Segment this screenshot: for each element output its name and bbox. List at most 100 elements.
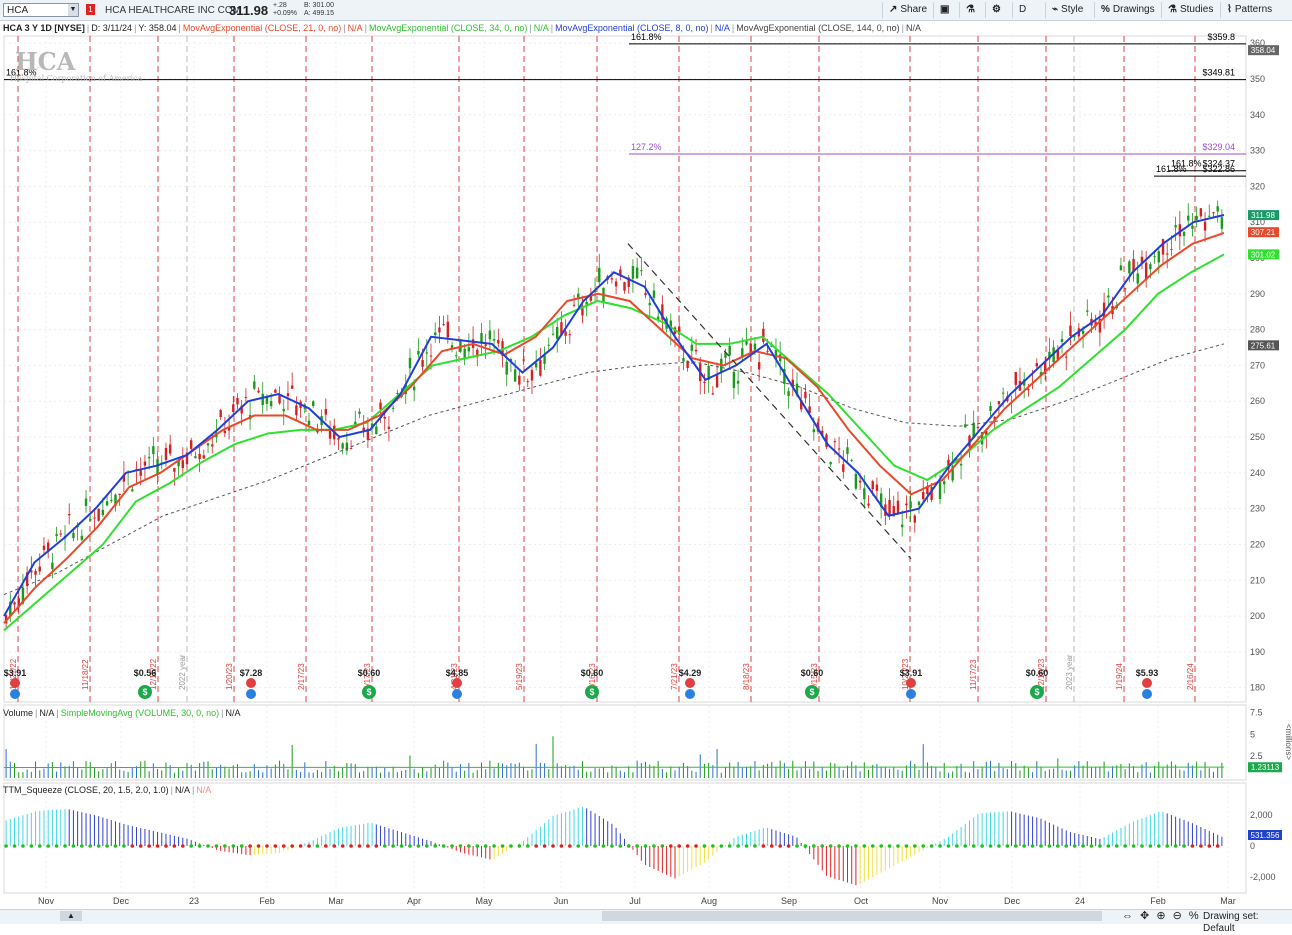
candle-body <box>438 328 440 333</box>
dividend-label: $3.91 <box>900 668 923 678</box>
squeeze-dot <box>189 844 193 848</box>
alert-flag-icon[interactable]: 1 <box>86 4 95 15</box>
candle-body <box>497 340 499 344</box>
candle-body <box>60 534 62 535</box>
candle-body <box>1166 254 1168 255</box>
patterns-button[interactable]: ⌇Patterns <box>1220 2 1278 18</box>
candle-body <box>636 268 638 279</box>
squeeze-dot <box>989 844 993 848</box>
squeeze-dot <box>206 844 210 848</box>
style-button[interactable]: ⌁Style <box>1045 2 1089 18</box>
squeeze-dot <box>383 844 387 848</box>
ema8-value: N/A <box>715 23 730 33</box>
volume-label[interactable]: Volume <box>3 708 33 718</box>
scroll-left-button[interactable]: ▲ <box>60 911 82 921</box>
time-scrollbar[interactable] <box>602 911 1102 921</box>
y-tick-label: 270 <box>1250 360 1265 370</box>
y-tick-label: 350 <box>1250 74 1265 84</box>
drawings-button[interactable]: %Drawings <box>1094 2 1161 18</box>
symbol-input[interactable]: HCA▼ <box>3 3 79 17</box>
squeeze-dot <box>905 844 909 848</box>
squeeze-dot <box>417 844 421 848</box>
squeeze-dot <box>1123 844 1127 848</box>
squeeze-dot <box>585 844 589 848</box>
event-date-label: 5/19/23 <box>515 663 524 690</box>
candle-body <box>876 485 878 491</box>
ema144-legend[interactable]: MovAvgExponential (CLOSE, 144, 0, no) <box>736 23 899 33</box>
candle-body <box>341 443 343 448</box>
candle-body <box>165 448 167 460</box>
squeeze-dot <box>358 844 362 848</box>
volume-sma-legend[interactable]: SimpleMovingAvg (VOLUME, 30, 0, no) <box>61 708 219 718</box>
x-tick-label: Nov <box>38 896 55 906</box>
style-icon: ⌁ <box>1052 4 1058 15</box>
screenshot-button[interactable]: ▣ <box>933 2 958 18</box>
squeeze-dot <box>324 844 328 848</box>
squeeze-dot <box>1140 844 1144 848</box>
squeeze-label[interactable]: TTM_Squeeze (CLOSE, 20, 1.5, 2.0, 1.0) <box>3 785 169 795</box>
drawing-set-label[interactable]: Drawing set: Default <box>1203 911 1292 935</box>
share-button[interactable]: ↗Share <box>882 2 933 18</box>
candle-body <box>430 356 432 357</box>
squeeze-dot <box>593 844 597 848</box>
candle-body <box>1137 273 1139 283</box>
candle-body <box>278 395 280 403</box>
candle-body <box>148 457 150 458</box>
ema8-legend[interactable]: MovAvgExponential (CLOSE, 8, 0, no) <box>555 23 708 33</box>
symbol-dropdown-icon[interactable]: ▼ <box>68 4 78 16</box>
candle-body <box>1183 232 1185 236</box>
price-chart-canvas[interactable]: 1801902002102202302402502602702802903003… <box>0 0 1292 909</box>
squeeze-legend: TTM_Squeeze (CLOSE, 20, 1.5, 2.0, 1.0)|N… <box>3 784 211 796</box>
price-legend: HCA 3 Y 1D [NYSE]|D: 3/11/24|Y: 358.04|M… <box>3 21 921 35</box>
candle-body <box>484 344 486 345</box>
candle-body <box>901 524 903 527</box>
camera-icon: ▣ <box>940 4 949 15</box>
flask-button[interactable]: ⚗ <box>959 2 984 18</box>
candle-body <box>358 411 360 413</box>
candle-body <box>573 305 575 306</box>
share-icon: ↗ <box>889 4 897 15</box>
candle-body <box>190 440 192 449</box>
candle-body <box>682 358 684 362</box>
squeeze-dot <box>938 844 942 848</box>
studies-button[interactable]: ⚗Studies <box>1161 2 1219 18</box>
candle-body <box>1170 249 1172 250</box>
company-logo-subtitle: Hospital Corporation of America <box>10 74 142 83</box>
squeeze-dot <box>332 844 336 848</box>
candle-body <box>308 421 310 425</box>
cursor-date: D: 3/11/24 <box>91 23 132 33</box>
y-tick-label: 210 <box>1250 575 1265 585</box>
squeeze-dot <box>30 844 34 848</box>
settings-button[interactable]: ⚙ <box>985 2 1010 18</box>
candle-body <box>39 567 41 572</box>
candle-body <box>97 509 99 521</box>
candle-body <box>72 533 74 538</box>
dividend-label: $4.29 <box>679 668 702 678</box>
ema34-legend[interactable]: MovAvgExponential (CLOSE, 34, 0, no) <box>369 23 527 33</box>
squeeze-dot <box>778 844 782 848</box>
candle-body <box>1120 265 1122 270</box>
squeeze-dot <box>762 844 766 848</box>
aggregation-button[interactable]: D <box>1012 2 1045 18</box>
volume-tick-label: 5 <box>1250 729 1255 739</box>
squeeze-dot <box>408 844 412 848</box>
percent-icon: % <box>1101 4 1110 15</box>
squeeze-dot <box>21 844 25 848</box>
squeeze-dot <box>38 844 42 848</box>
candle-body <box>55 534 57 536</box>
candle-body <box>413 387 415 390</box>
squeeze-dot <box>299 844 303 848</box>
candle-body <box>106 501 108 505</box>
earnings-q-icon <box>10 689 20 699</box>
candle-body <box>1065 357 1067 358</box>
zoom-controls[interactable]: ⇔ ✥ ⊕ ⊖ % <box>1122 910 1201 923</box>
squeeze-dot <box>274 844 278 848</box>
squeeze-dot <box>963 844 967 848</box>
candle-body <box>813 429 815 432</box>
squeeze-value: N/A <box>175 785 190 795</box>
event-date-label: 2/16/24 <box>1186 663 1195 690</box>
candle-body <box>998 401 1000 404</box>
ema21-legend[interactable]: MovAvgExponential (CLOSE, 21, 0, no) <box>183 23 341 33</box>
candle-body <box>1200 208 1202 216</box>
squeeze-dot <box>661 844 665 848</box>
